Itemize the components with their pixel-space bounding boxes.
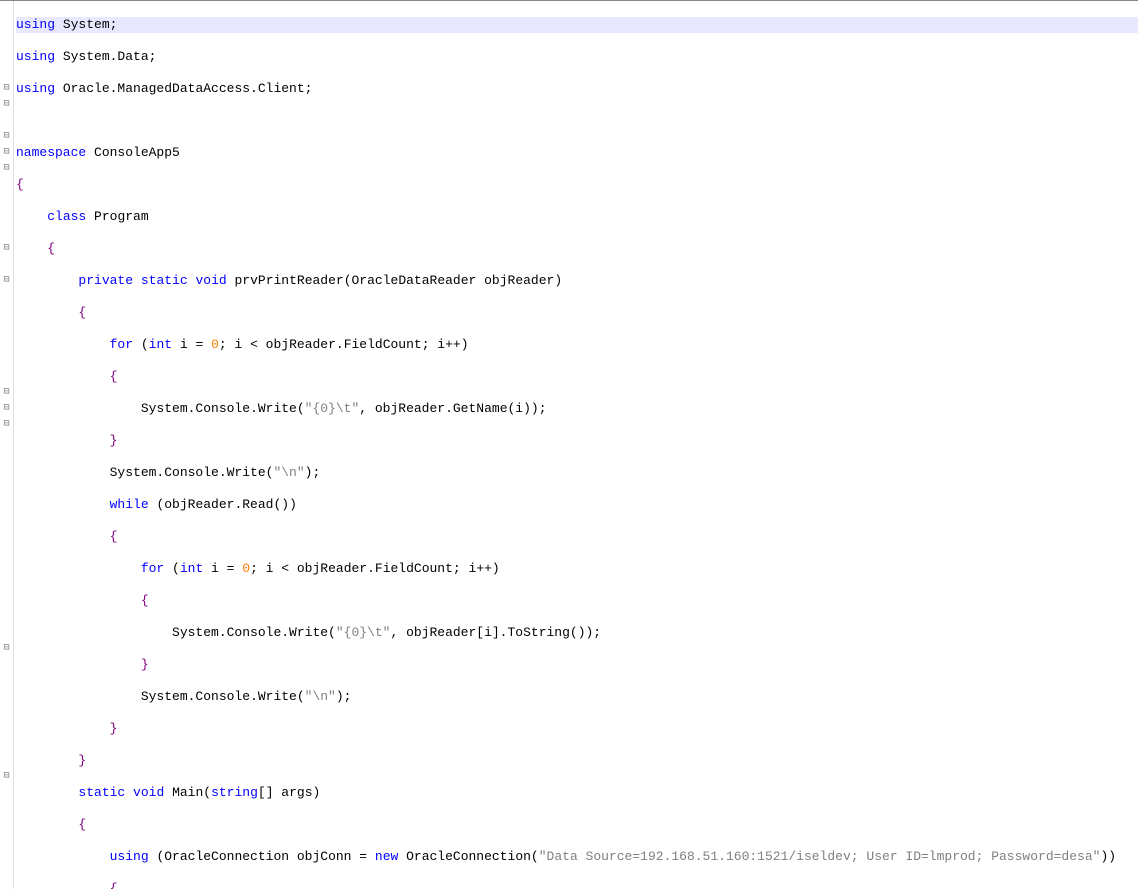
code-line[interactable]: namespace ConsoleApp5 <box>16 145 1138 161</box>
code-line[interactable]: using System; <box>16 17 1138 33</box>
code-line[interactable]: { <box>16 593 1138 609</box>
fold-icon[interactable]: ⊟ <box>0 145 13 161</box>
fold-icon[interactable]: ⊟ <box>0 129 13 145</box>
code-line[interactable]: System.Console.Write("{0}\t", objReader[… <box>16 625 1138 641</box>
code-line[interactable]: class Program <box>16 209 1138 225</box>
code-line[interactable]: } <box>16 721 1138 737</box>
code-line[interactable]: { <box>16 305 1138 321</box>
folding-gutter: ⊟ ⊟ ⊟ ⊟ ⊟ ⊟ ⊟ ⊟ ⊟ ⊟ ⊟ <box>0 1 14 889</box>
code-line[interactable]: private static void prvPrintReader(Oracl… <box>16 273 1138 289</box>
code-line[interactable]: } <box>16 753 1138 769</box>
code-line[interactable]: using System.Data; <box>16 49 1138 65</box>
fold-icon[interactable]: ⊟ <box>0 401 13 417</box>
code-line[interactable]: { <box>16 177 1138 193</box>
code-line[interactable]: { <box>16 881 1138 889</box>
code-line[interactable]: while (objReader.Read()) <box>16 497 1138 513</box>
fold-icon[interactable]: ⊟ <box>0 81 13 97</box>
fold-icon[interactable]: ⊟ <box>0 641 13 657</box>
code-line[interactable]: for (int i = 0; i < objReader.FieldCount… <box>16 561 1138 577</box>
code-line[interactable]: System.Console.Write("\n"); <box>16 689 1138 705</box>
code-line[interactable]: for (int i = 0; i < objReader.FieldCount… <box>16 337 1138 353</box>
code-line[interactable]: { <box>16 529 1138 545</box>
fold-icon[interactable] <box>0 1 13 17</box>
fold-icon[interactable]: ⊟ <box>0 273 13 289</box>
code-line[interactable]: System.Console.Write("{0}\t", objReader.… <box>16 401 1138 417</box>
code-line[interactable] <box>16 113 1138 129</box>
fold-icon[interactable]: ⊟ <box>0 161 13 177</box>
fold-icon[interactable]: ⊟ <box>0 417 13 433</box>
fold-icon[interactable]: ⊟ <box>0 97 13 113</box>
code-line[interactable]: { <box>16 817 1138 833</box>
code-line[interactable]: { <box>16 369 1138 385</box>
code-editor[interactable]: ⊟ ⊟ ⊟ ⊟ ⊟ ⊟ ⊟ ⊟ ⊟ ⊟ ⊟ <box>0 0 1138 889</box>
fold-icon[interactable]: ⊟ <box>0 241 13 257</box>
code-line[interactable]: using (OracleConnection objConn = new Or… <box>16 849 1138 865</box>
code-line[interactable]: using Oracle.ManagedDataAccess.Client; <box>16 81 1138 97</box>
code-line[interactable]: { <box>16 241 1138 257</box>
fold-icon[interactable]: ⊟ <box>0 385 13 401</box>
code-line[interactable]: } <box>16 433 1138 449</box>
fold-icon[interactable]: ⊟ <box>0 769 13 785</box>
code-line[interactable]: System.Console.Write("\n"); <box>16 465 1138 481</box>
code-line[interactable]: static void Main(string[] args) <box>16 785 1138 801</box>
code-content[interactable]: using System; using System.Data; using O… <box>14 1 1138 889</box>
code-line[interactable]: } <box>16 657 1138 673</box>
